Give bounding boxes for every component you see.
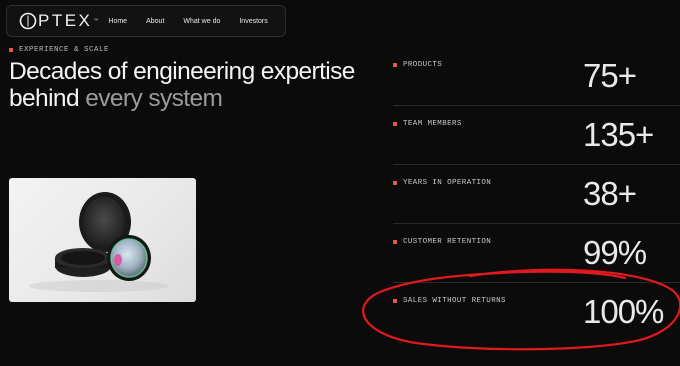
bullet-square-icon [393, 181, 397, 185]
stat-label-text: PRODUCTS [403, 61, 443, 69]
stat-label-text: TEAM MEMBERS [403, 120, 462, 128]
stat-row-team-members: TEAM MEMBERS 135+ [393, 105, 680, 164]
stat-label-customer-retention: CUSTOMER RETENTION [393, 238, 491, 246]
stat-value-customer-retention: 99% [583, 234, 647, 271]
stat-value-years-in-operation: 38+ [583, 175, 637, 212]
stat-value-products: 75+ [583, 57, 637, 94]
nav-link-home[interactable]: Home [108, 18, 127, 25]
bullet-square-icon [393, 240, 397, 244]
logo-wordmark: PTEX [38, 11, 93, 30]
bullet-square-icon [9, 48, 13, 52]
bullet-square-icon [393, 299, 397, 303]
lens-logo-icon [19, 12, 37, 30]
lens-case-illustration [29, 192, 169, 292]
stat-label-text: YEARS IN OPERATION [403, 179, 492, 187]
product-image [9, 178, 196, 302]
stats-list: PRODUCTS 75+ TEAM MEMBERS 135+ YEARS IN … [393, 47, 680, 341]
bullet-square-icon [393, 63, 397, 67]
page-headline: Decades of engineering expertise behind … [9, 58, 369, 112]
stat-row-customer-retention: CUSTOMER RETENTION 99% [393, 223, 680, 282]
stat-label-text: SALES WITHOUT RETURNS [403, 297, 506, 305]
top-navigation: PTEX ™ Home About What we do Investors [6, 5, 286, 37]
stat-label-products: PRODUCTS [393, 61, 442, 69]
nav-link-about[interactable]: About [146, 18, 164, 25]
optex-logo[interactable]: PTEX ™ [19, 11, 98, 31]
bullet-square-icon [393, 122, 397, 126]
eyebrow-text: EXPERIENCE & SCALE [19, 46, 110, 54]
stat-row-years-in-operation: YEARS IN OPERATION 38+ [393, 164, 680, 223]
stat-label-years-in-operation: YEARS IN OPERATION [393, 179, 491, 187]
stat-row-products: PRODUCTS 75+ [393, 47, 680, 105]
headline-muted: every system [85, 85, 223, 112]
stat-label-sales-without-returns: SALES WITHOUT RETURNS [393, 297, 506, 305]
stat-value-team-members: 135+ [583, 116, 654, 153]
nav-link-investors[interactable]: Investors [239, 18, 267, 25]
trademark-symbol: ™ [93, 18, 99, 24]
stat-row-sales-without-returns: SALES WITHOUT RETURNS 100% [393, 282, 680, 341]
nav-link-what-we-do[interactable]: What we do [183, 18, 220, 25]
section-eyebrow: EXPERIENCE & SCALE [9, 46, 109, 54]
stat-label-text: CUSTOMER RETENTION [403, 238, 492, 246]
nav-links: Home About What we do Investors [108, 18, 286, 25]
stat-value-sales-without-returns: 100% [583, 293, 664, 330]
stat-label-team-members: TEAM MEMBERS [393, 120, 462, 128]
